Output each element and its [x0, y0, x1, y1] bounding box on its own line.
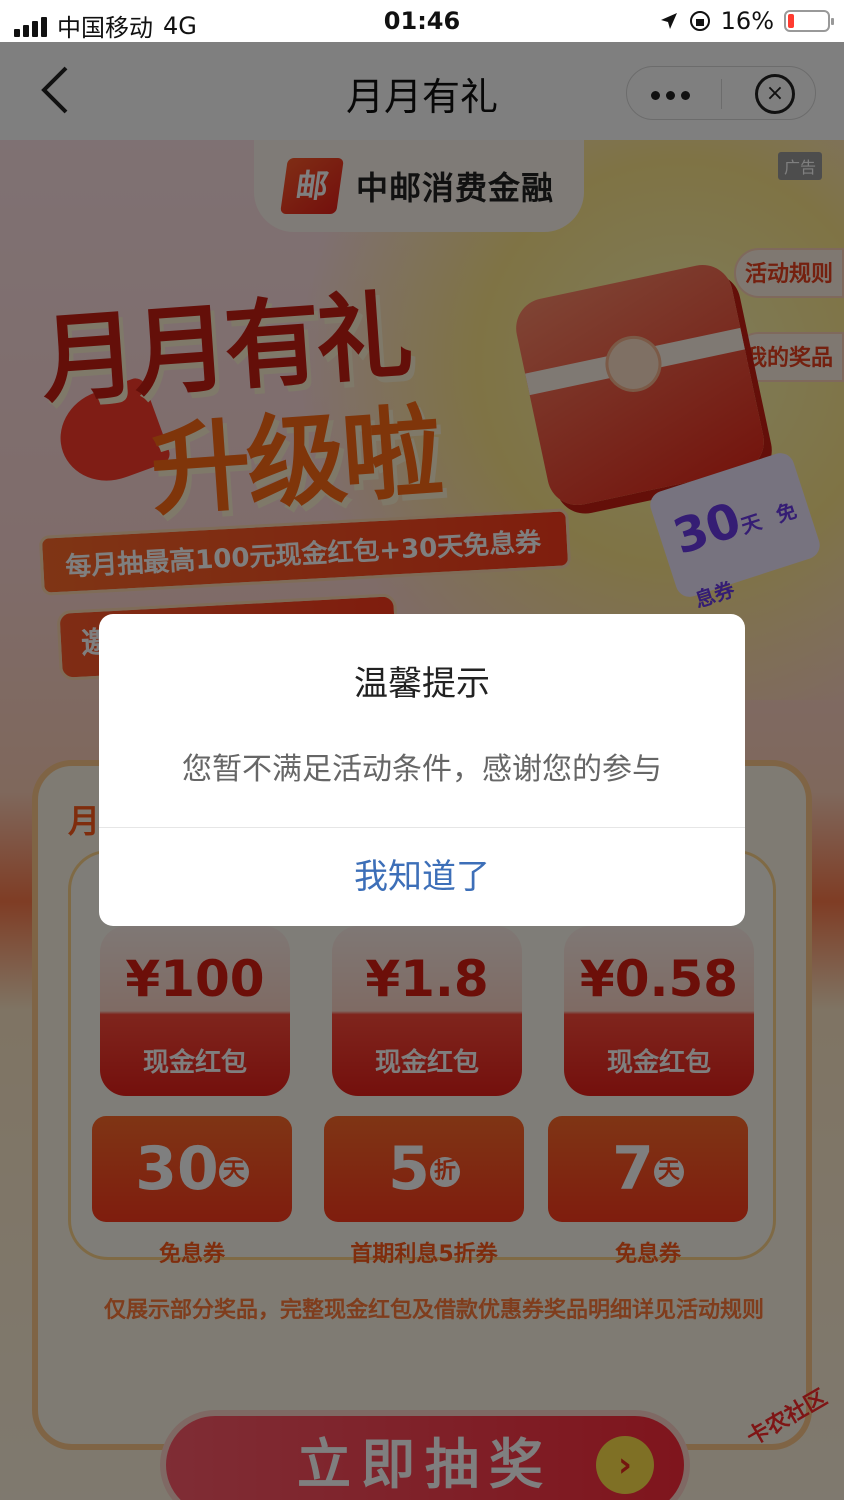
battery-fill	[788, 14, 794, 28]
location-icon	[660, 13, 677, 29]
status-right: 16%	[659, 7, 834, 35]
battery-icon	[784, 10, 834, 32]
alert-dialog: 温馨提示 您暂不满足活动条件，感谢您的参与 我知道了	[99, 614, 745, 926]
dialog-title: 温馨提示	[354, 664, 490, 704]
orientation-lock-icon	[689, 11, 710, 31]
battery-percent: 16%	[720, 7, 774, 35]
dialog-message: 您暂不满足活动条件，感谢您的参与	[182, 752, 662, 787]
status-bar: 中国移动 4G 01:46 16%	[0, 0, 844, 42]
confirm-button[interactable]: 我知道了	[99, 828, 745, 926]
